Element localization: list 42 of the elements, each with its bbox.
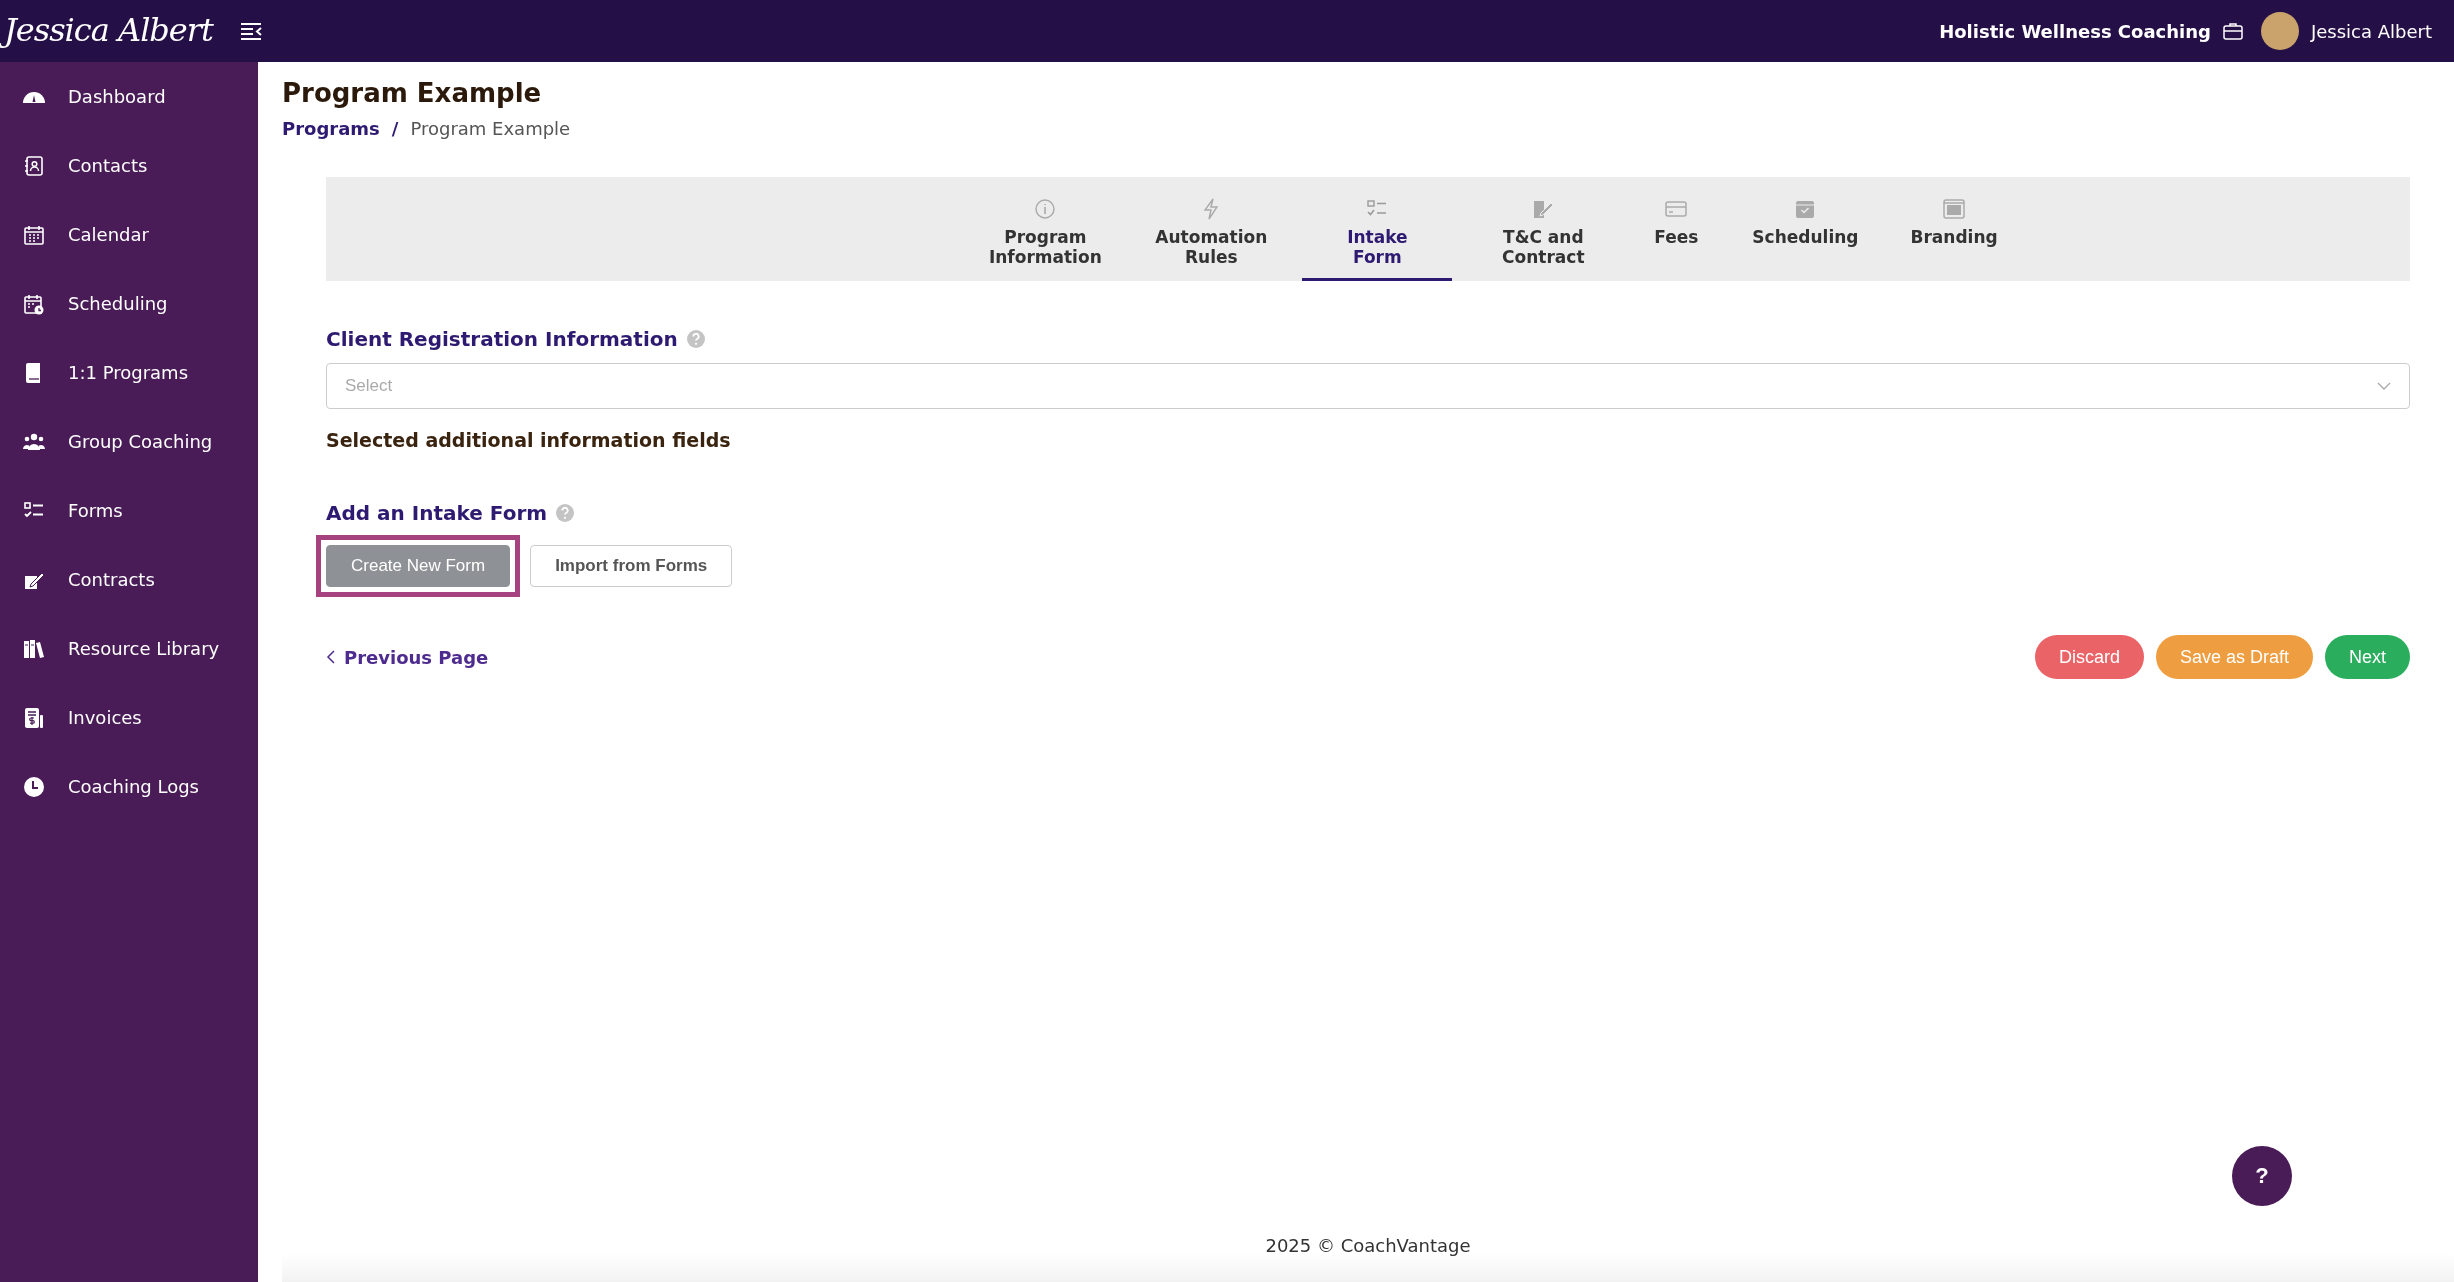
briefcase-icon[interactable] xyxy=(2222,22,2243,40)
sidebar-item[interactable]: Forms xyxy=(0,476,258,545)
breadcrumb-link[interactable]: Programs xyxy=(282,118,380,139)
menu-icon[interactable] xyxy=(238,21,263,41)
sidebar-item[interactable]: Calendar xyxy=(0,200,258,269)
tab[interactable]: Intake Form xyxy=(1302,177,1453,281)
tab[interactable]: T&C and Contract xyxy=(1468,177,1619,281)
previous-page-link[interactable]: Previous Page xyxy=(326,646,489,668)
sidebar-item[interactable]: Dashboard xyxy=(0,62,258,131)
tab[interactable]: Fees xyxy=(1634,177,1719,281)
subheading: Selected additional information fields xyxy=(326,429,732,451)
help-button[interactable]: ? xyxy=(2232,1146,2292,1206)
chevron-down-icon xyxy=(2377,381,2391,391)
image-frame-icon xyxy=(1942,197,1967,221)
footer-text: 2025 © CoachVantage xyxy=(1265,1235,1471,1256)
section-heading: Add an Intake Form xyxy=(326,501,548,525)
clock-icon xyxy=(22,774,46,799)
sidebar-item[interactable]: 1:1 Programs xyxy=(0,338,258,407)
breadcrumb-separator: / xyxy=(391,118,399,139)
sidebar-item[interactable]: Group Coaching xyxy=(0,407,258,476)
info-icon xyxy=(1033,197,1058,221)
business-name[interactable]: Holistic Wellness Coaching xyxy=(1939,20,2211,42)
dashboard-icon xyxy=(22,90,46,103)
sidebar-item[interactable]: Invoices xyxy=(0,683,258,752)
tab[interactable]: Program Information xyxy=(970,177,1121,281)
sidebar-item[interactable]: Contracts xyxy=(0,545,258,614)
sidebar-item[interactable]: Scheduling xyxy=(0,269,258,338)
sidebar-item[interactable]: Contacts xyxy=(0,131,258,200)
tab[interactable]: Scheduling xyxy=(1734,177,1877,281)
tab[interactable]: Automation Rules xyxy=(1136,177,1287,281)
invoice-icon xyxy=(22,705,46,730)
user-avatar[interactable] xyxy=(2260,12,2299,50)
breadcrumb-current: Program Example xyxy=(410,118,571,139)
tab[interactable]: Branding xyxy=(1892,177,2016,281)
contacts-icon xyxy=(22,153,46,178)
sidebar-item[interactable]: Coaching Logs xyxy=(0,752,258,821)
page-title: Program Example xyxy=(282,78,543,108)
form-button[interactable]: Import from Forms xyxy=(530,545,733,587)
section-heading: Client Registration Information xyxy=(326,327,678,351)
user-name[interactable]: Jessica Albert xyxy=(2310,20,2432,42)
sidebar-item[interactable]: Resource Library xyxy=(0,614,258,683)
chevron-left-icon xyxy=(326,649,336,665)
